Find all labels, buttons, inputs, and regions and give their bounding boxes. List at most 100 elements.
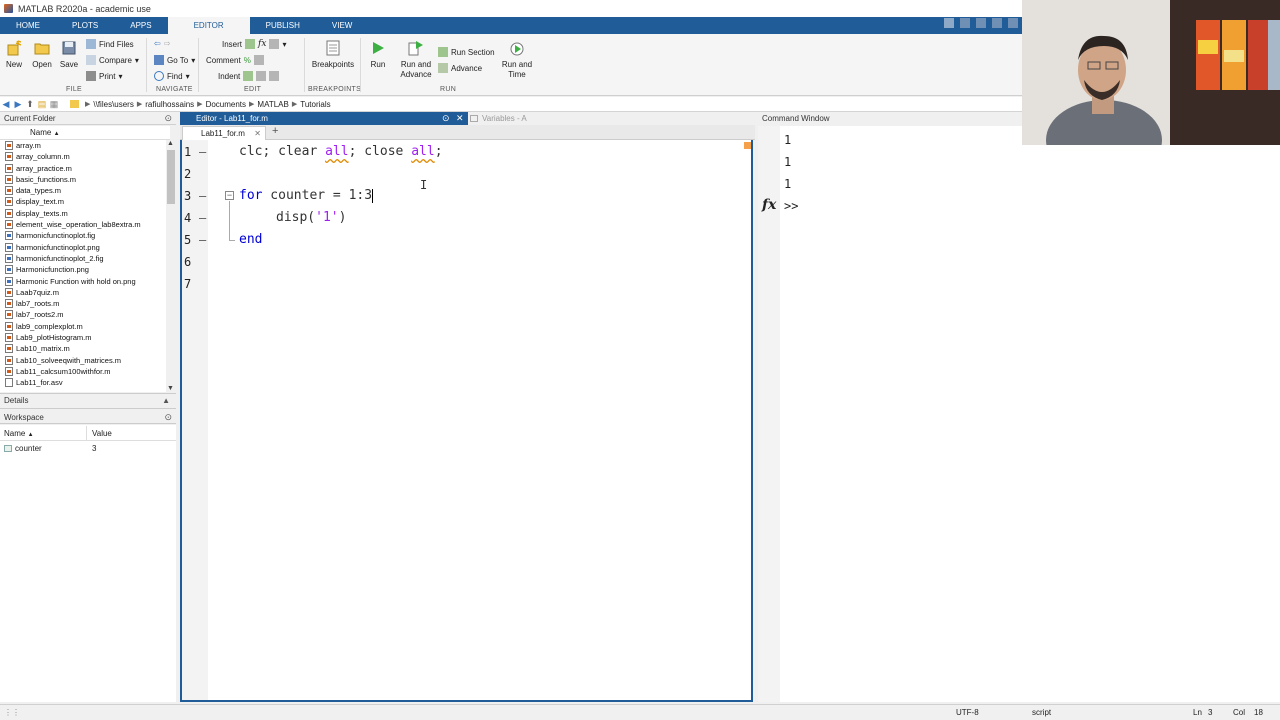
file-list-item[interactable]: harmonicfunctinoplot_2.fig (0, 253, 166, 264)
file-list-item[interactable]: display_text.m (0, 196, 166, 207)
quick-paste-icon[interactable] (992, 18, 1002, 28)
forward-arrow-icon[interactable]: ⇨ (164, 39, 171, 48)
find-files-button[interactable]: Find Files (86, 39, 134, 49)
tab-view[interactable]: VIEW (316, 17, 368, 34)
save-button[interactable]: Save (58, 40, 80, 69)
indent-button[interactable]: Indent (218, 71, 280, 81)
run-and-time-button[interactable]: Run and Time (500, 40, 534, 80)
breakpoint-dash-icon[interactable]: – (199, 211, 206, 225)
fx-icon[interactable]: fx (258, 39, 266, 49)
breadcrumb-files-users[interactable]: \\files\users (90, 100, 136, 109)
browse-folder-icon[interactable]: ▤ (36, 99, 48, 110)
panel-menu-icon[interactable]: ⊙ (164, 112, 172, 125)
file-list-item[interactable]: Lab11_for.asv (0, 377, 166, 388)
file-list-item[interactable]: element_wise_operation_lab8extra.m (0, 219, 166, 230)
workspace-row[interactable]: counter 3 (0, 442, 176, 455)
run-section-button[interactable]: Run Section (438, 47, 495, 57)
name-column-header[interactable]: Name ▲ (30, 128, 60, 137)
file-list-item[interactable]: lab7_roots2.m (0, 309, 166, 320)
scroll-down-icon[interactable]: ▼ (167, 385, 174, 392)
ribbon-separator (146, 38, 147, 92)
tab-publish[interactable]: PUBLISH (250, 17, 316, 34)
file-list-item[interactable]: Lab10_matrix.m (0, 343, 166, 354)
scrollbar-thumb[interactable] (167, 150, 175, 204)
quick-undo-icon[interactable] (1008, 18, 1018, 28)
file-list-item[interactable]: array.m (0, 140, 166, 151)
open-button[interactable]: Open (30, 40, 54, 69)
file-tab-close-icon[interactable]: ✕ (254, 127, 261, 140)
print-button[interactable]: Print ▾ (86, 71, 122, 81)
advance-button[interactable]: Advance (438, 63, 482, 73)
address-forward-icon[interactable]: ▶ (12, 99, 24, 110)
editor-close-icon[interactable]: ✕ (456, 112, 464, 125)
quick-cut-icon[interactable] (960, 18, 970, 28)
ws-value-column-header[interactable]: Value (92, 426, 112, 441)
code-analyzer-warning-icon[interactable] (744, 142, 751, 149)
go-to-button[interactable]: Go To ▾ (154, 55, 195, 65)
command-prompt[interactable]: >> (784, 199, 798, 213)
tab-plots[interactable]: PLOTS (56, 17, 114, 34)
run-and-advance-button[interactable]: Run and Advance (398, 40, 434, 80)
back-forward-buttons[interactable]: ⇦ ⇨ (154, 39, 170, 48)
quick-copy-icon[interactable] (976, 18, 986, 28)
status-encoding: UTF-8 (956, 708, 979, 717)
new-tab-button[interactable]: + (272, 125, 278, 137)
breadcrumb-matlab[interactable]: MATLAB (254, 100, 291, 109)
compare-button[interactable]: Compare ▾ (86, 55, 139, 65)
breadcrumb-documents[interactable]: Documents (203, 100, 249, 109)
command-window[interactable] (758, 126, 1280, 702)
ws-name-column-header[interactable]: Name ▲ (4, 426, 34, 443)
file-tab-lab11[interactable]: Lab11_for.m ✕ (182, 126, 266, 140)
file-list-item[interactable]: Laab7quiz.m (0, 287, 166, 298)
quick-save-icon[interactable] (944, 18, 954, 28)
new-button[interactable]: New (4, 40, 24, 69)
code-editor[interactable] (180, 140, 753, 702)
file-list-item[interactable]: Lab9_plotHistogram.m (0, 332, 166, 343)
file-list-item[interactable]: array_practice.m (0, 163, 166, 174)
variables-tab[interactable]: Variables - A (468, 112, 755, 125)
code-fold-icon[interactable]: − (225, 191, 234, 200)
file-list-item[interactable]: Harmonic Function with hold on.png (0, 276, 166, 287)
expand-up-icon[interactable]: ▲ (162, 394, 170, 408)
insert-button[interactable]: Insert fx ▾ (222, 39, 286, 49)
file-list-item[interactable]: display_texts.m (0, 208, 166, 219)
workspace-menu-icon[interactable]: ⊙ (164, 411, 172, 424)
address-up-icon[interactable]: ⬆ (24, 99, 36, 110)
address-back-icon[interactable]: ◀ (0, 99, 12, 110)
tab-apps[interactable]: APPS (114, 17, 167, 34)
function-browser-fx-icon[interactable]: fx (762, 197, 776, 213)
breakpoints-button[interactable]: Breakpoints (310, 40, 356, 69)
editor-menu-icon[interactable]: ⊙ (442, 112, 450, 125)
open-label: Open (32, 60, 52, 69)
breadcrumb-tutorials[interactable]: Tutorials (297, 100, 333, 109)
file-list-item[interactable]: data_types.m (0, 185, 166, 196)
file-list-item[interactable]: harmonicfunctinoplot.fig (0, 230, 166, 241)
open-folder-icon (34, 43, 50, 55)
file-name: element_wise_operation_lab8extra.m (16, 220, 141, 230)
breadcrumb-user[interactable]: rafiulhossains (142, 100, 197, 109)
ribbon-separator (304, 38, 305, 92)
breakpoint-dash-icon[interactable]: – (199, 145, 206, 159)
scroll-up-icon[interactable]: ▲ (167, 140, 174, 147)
details-header[interactable]: Details ▲ (0, 393, 176, 409)
file-list-item[interactable]: basic_functions.m (0, 174, 166, 185)
comment-button[interactable]: Comment % (206, 55, 264, 65)
find-button[interactable]: Find ▾ (154, 71, 190, 81)
fold-guide-end (229, 240, 235, 241)
breakpoint-dash-icon[interactable]: – (199, 233, 206, 247)
breakpoint-dash-icon[interactable]: – (199, 189, 206, 203)
file-list-item[interactable]: lab7_roots.m (0, 298, 166, 309)
address-history-icon[interactable]: ▦ (48, 99, 60, 110)
back-arrow-icon[interactable]: ⇦ (154, 39, 161, 48)
run-button[interactable]: Run (366, 40, 390, 69)
tab-home[interactable]: HOME (0, 17, 56, 34)
file-list-item[interactable]: Lab10_solveeqwith_matrices.m (0, 355, 166, 366)
file-list-item[interactable]: lab9_complexplot.m (0, 321, 166, 332)
breakpoints-icon (326, 40, 340, 56)
line-number: 5 (184, 233, 192, 247)
file-list-item[interactable]: Lab11_calcsum100withfor.m (0, 366, 166, 377)
file-list-item[interactable]: array_column.m (0, 151, 166, 162)
file-list-item[interactable]: harmonicfunctinoplot.png (0, 242, 166, 253)
tab-editor[interactable]: EDITOR (167, 17, 250, 34)
file-list-item[interactable]: Harmonicfunction.png (0, 264, 166, 275)
